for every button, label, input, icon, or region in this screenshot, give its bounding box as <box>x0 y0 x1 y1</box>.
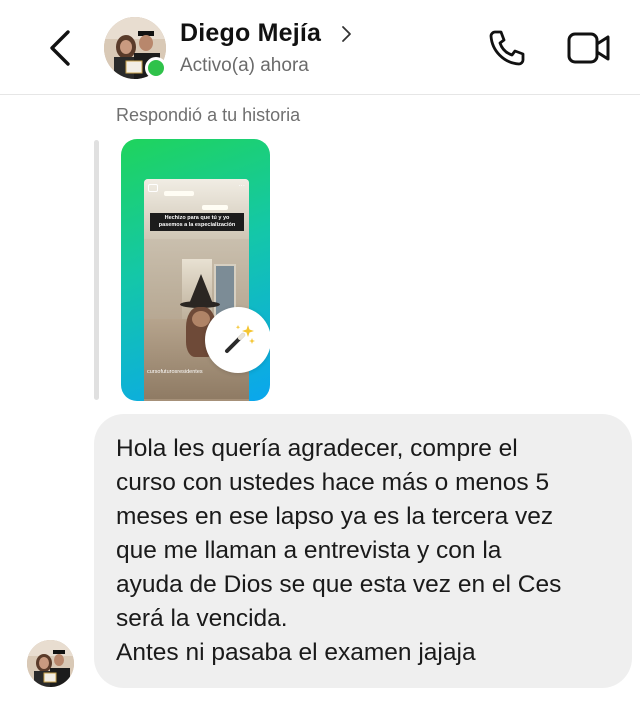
chat-header: Diego Mejía Activo(a) ahora <box>0 0 640 95</box>
chevron-left-icon <box>50 30 70 66</box>
message-line: curso con ustedes hace más o menos 5 <box>116 469 550 496</box>
magic-wand-icon <box>225 325 255 353</box>
message-line: ayuda de Dios se que esta vez en el Ces <box>116 571 562 598</box>
video-call-button[interactable] <box>566 30 612 66</box>
message-line: Hola les quería agradecer, compre el <box>116 435 518 462</box>
story-progress-icon <box>148 184 158 192</box>
message-line: Antes ni pasaba el examen jajaja <box>116 639 476 666</box>
phone-icon <box>489 30 525 66</box>
magic-wand-badge <box>205 307 270 373</box>
message-line: meses en ese lapso ya es la tercera vez <box>116 503 554 530</box>
story-handle: cursofuturosresidentes <box>147 369 203 375</box>
voice-call-button[interactable] <box>486 27 528 69</box>
message-line: que me llaman a entrevista y con la <box>116 537 502 564</box>
sender-avatar[interactable] <box>27 640 74 687</box>
contact-status: Activo(a) ahora <box>180 55 309 76</box>
message-text: Hola les quería agradecer, compre el cur… <box>116 432 616 670</box>
story-caption: Hechizo para que tú y yo pasemos a la es… <box>150 213 244 231</box>
reply-indicator-bar <box>94 140 99 400</box>
story-more-icon: ··· <box>238 182 245 190</box>
message-line: será la vencida. <box>116 605 288 632</box>
witch-hat-graphic <box>189 274 213 304</box>
back-button[interactable] <box>44 26 80 70</box>
story-preview[interactable]: ··· Hechizo para que tú y yo pasemos a l… <box>121 139 270 401</box>
online-status-indicator <box>145 57 167 79</box>
avatar-photo <box>27 640 74 687</box>
chevron-right-icon[interactable] <box>340 22 354 46</box>
contact-name[interactable]: Diego Mejía <box>180 19 321 48</box>
story-reply-label: Respondió a tu historia <box>116 105 301 125</box>
video-camera-icon <box>567 32 610 64</box>
